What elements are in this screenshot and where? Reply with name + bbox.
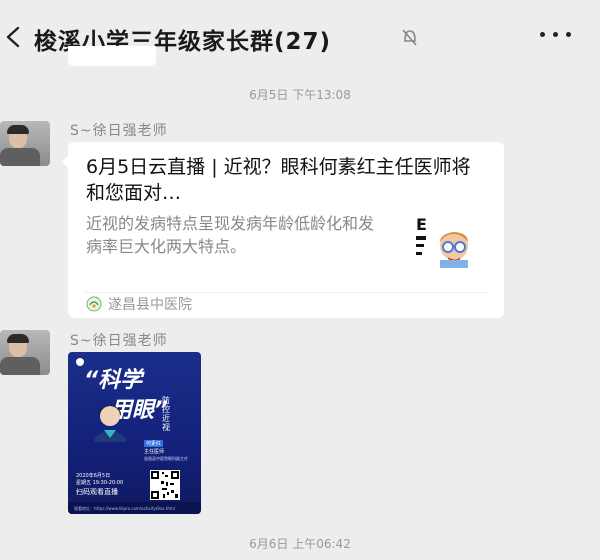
- link-card-message[interactable]: 6月5日云直播 | 近视？眼科何素红主任医师将和您面对… 近视的发病特点呈现发病…: [62, 142, 504, 318]
- card-description: 近视的发病特点呈现发病年龄低龄化和发病率巨大化两大特点。: [86, 214, 375, 256]
- svg-text:E: E: [416, 215, 427, 234]
- avatar[interactable]: [0, 121, 50, 166]
- poster-date: 2020年6月5日: [76, 473, 111, 479]
- more-dots-icon[interactable]: [540, 30, 574, 40]
- poster-doctor-title: 主任医师: [144, 449, 165, 455]
- poster-doctor-tag: 何素红: [144, 440, 164, 447]
- poster-url: 观看地址：https://www.lillpro.com/activity/8x…: [68, 502, 201, 514]
- avatar[interactable]: [0, 330, 50, 375]
- sender-name: S~徐日强老师: [70, 333, 168, 349]
- poster-time: 星期五 19:30-20:00: [76, 480, 124, 486]
- eye-chart-kid-thumbnail: E: [414, 212, 478, 268]
- image-message-poster[interactable]: “科学 用眼” 防控近视 何素红 主任医师 遂昌县中医院眼科副主任 2020年6…: [68, 352, 201, 514]
- poster-side-text: 防控近视: [162, 396, 170, 432]
- card-source-name: 遂昌县中医院: [108, 297, 192, 313]
- card-divider: [84, 292, 488, 293]
- mute-bell-icon: [402, 29, 417, 46]
- sender-name: S~徐日强老师: [70, 123, 168, 139]
- card-source[interactable]: 遂昌县中医院: [86, 294, 192, 314]
- message-timestamp: 6月6日 上午06:42: [249, 537, 351, 551]
- doctor-photo: [94, 405, 126, 442]
- hospital-logo-icon: [86, 296, 102, 312]
- previous-message-bubble[interactable]: [68, 46, 156, 66]
- message-timestamp: 6月5日 下午13:08: [249, 88, 351, 102]
- poster-cta: 扫码观看直播: [76, 488, 118, 496]
- qr-code: [150, 470, 180, 500]
- card-title: 6月5日云直播 | 近视？眼科何素红主任医师将和您面对…: [86, 156, 471, 204]
- poster-doctor-hospital: 遂昌县中医院眼科副主任: [144, 456, 188, 461]
- chevron-left-icon[interactable]: [2, 22, 26, 52]
- poster-title-line1: “科学: [84, 368, 143, 393]
- poster-logo: [76, 358, 84, 366]
